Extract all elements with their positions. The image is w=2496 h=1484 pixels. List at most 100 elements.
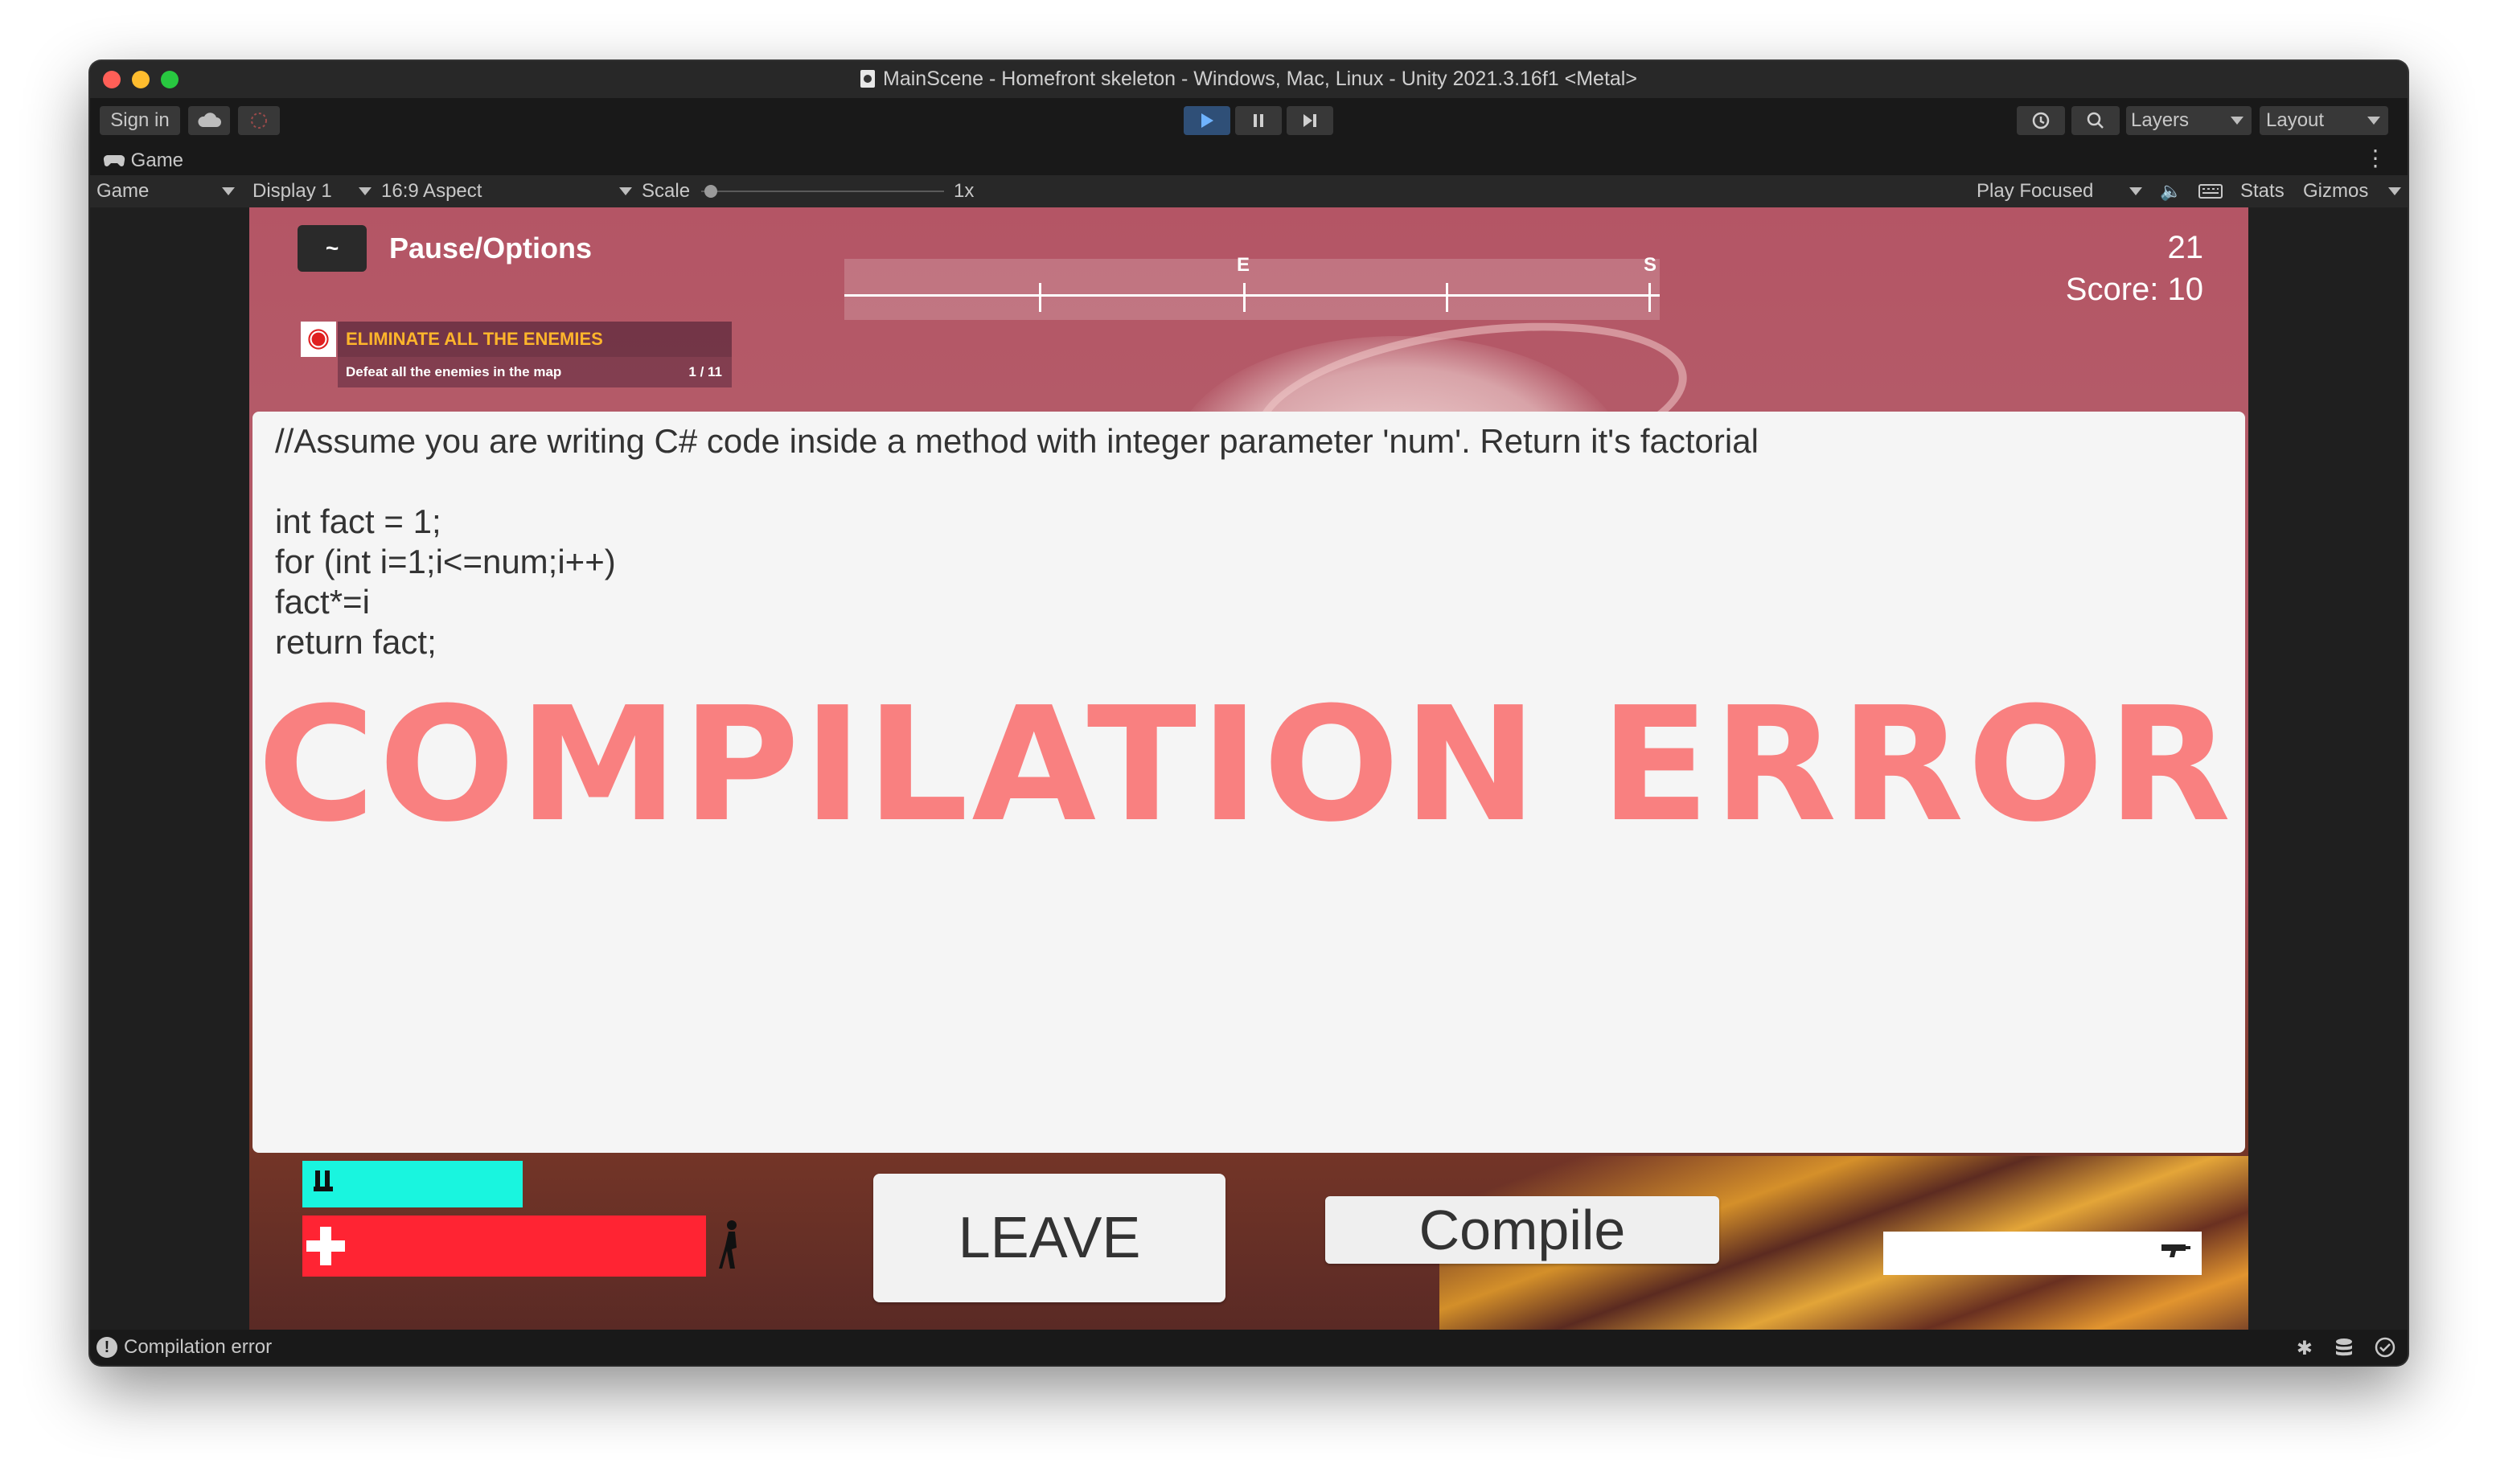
pause-options-label[interactable]: Pause/Options [389, 232, 592, 265]
compilation-error-banner: COMPILATION ERROR [257, 674, 2235, 857]
gizmos-label: Gizmos [2303, 180, 2369, 202]
bug-icon[interactable]: ✱ [2297, 1331, 2313, 1365]
window-title-container: MainScene - Homefront skeleton - Windows… [90, 68, 2408, 91]
window-title: MainScene - Homefront skeleton - Windows… [883, 68, 1637, 90]
scale-slider-track[interactable] [701, 191, 944, 192]
pause-icon [1254, 114, 1263, 127]
play-focused-label: Play Focused [1977, 180, 2094, 202]
health-cross-icon-bar [306, 1240, 345, 1252]
history-icon [2032, 112, 2050, 129]
display-label: Display 1 [252, 180, 332, 202]
title-bar: MainScene - Homefront skeleton - Windows… [90, 61, 2408, 98]
layers-label: Layers [2131, 109, 2190, 131]
walking-figure-icon [714, 1219, 754, 1272]
unity-document-icon [860, 70, 876, 88]
code-text[interactable]: //Assume you are writing C# code inside … [275, 421, 1759, 662]
game-mode-dropdown[interactable]: Game [96, 175, 235, 207]
cache-server-icon[interactable] [2334, 1330, 2354, 1365]
code-editor[interactable]: //Assume you are writing C# code inside … [252, 412, 2245, 1153]
sign-in-button[interactable]: Sign in [100, 106, 180, 135]
stats-toggle[interactable]: Stats [2240, 175, 2285, 207]
search-button[interactable] [2071, 106, 2120, 135]
aspect-label: 16:9 Aspect [381, 180, 482, 202]
chevron-down-icon [619, 187, 632, 195]
keyboard-icon[interactable] [2198, 175, 2223, 207]
scale-label: Scale [642, 180, 691, 202]
play-icon [1201, 113, 1213, 128]
status-bar: ! Compilation error ✱ [90, 1330, 2408, 1365]
step-icon [1303, 114, 1316, 127]
checkmark-circle-icon[interactable] [2374, 1330, 2396, 1365]
main-toolbar: Sign in Layers Layout [90, 98, 2408, 143]
scale-slider-handle[interactable] [704, 185, 717, 198]
play-button[interactable] [1184, 106, 1230, 135]
game-render-area[interactable]: ~ Pause/Options E S 21 Score: 10 ELIMINA… [249, 207, 2248, 1330]
objective-description: Defeat all the enemies in the map [346, 364, 562, 379]
chevron-down-icon [222, 187, 235, 195]
boots-icon [312, 1169, 336, 1202]
compass-letter-s: S [1644, 254, 1657, 276]
cloud-icon [198, 113, 221, 127]
code-comment-line: //Assume you are writing C# code inside … [275, 422, 1759, 460]
cloud-button[interactable] [188, 106, 230, 135]
collab-button[interactable] [238, 106, 280, 135]
leave-button[interactable]: LEAVE [873, 1174, 1225, 1302]
gamepad-icon [103, 154, 125, 166]
pause-key-badge: ~ [298, 225, 367, 272]
code-line: return fact; [275, 623, 437, 661]
compass-bar: E S [844, 254, 1660, 320]
gun-icon [2160, 1240, 2192, 1266]
stamina-bar [302, 1161, 523, 1207]
code-line: for (int i=1;i<=num;i++) [275, 543, 616, 580]
code-line: fact*=i [275, 583, 370, 621]
aspect-dropdown[interactable]: 16:9 Aspect [381, 175, 632, 207]
objective-panel: ELIMINATE ALL THE ENEMIES Defeat all the… [301, 322, 732, 387]
scale-value: 1x [954, 180, 975, 202]
warning-icon: ! [96, 1337, 117, 1358]
layout-label: Layout [2266, 109, 2325, 131]
play-focused-dropdown[interactable]: Play Focused [1977, 175, 2142, 207]
compass-tick [1446, 283, 1448, 312]
tab-game[interactable]: Game [103, 150, 183, 172]
hud-stats: 21 Score: 10 [2066, 227, 2203, 310]
tab-game-label: Game [130, 150, 184, 171]
compass-tick [1243, 283, 1246, 312]
game-viewport: ~ Pause/Options E S 21 Score: 10 ELIMINA… [90, 207, 2408, 1330]
compass-tick [1648, 283, 1651, 312]
chevron-down-icon [359, 187, 372, 195]
health-bar [302, 1215, 706, 1277]
chevron-down-icon [2231, 117, 2244, 125]
score-value: Score: 10 [2065, 272, 2203, 307]
code-line: int fact = 1; [275, 502, 441, 540]
more-options-icon[interactable]: ⋮ [2364, 145, 2387, 171]
step-button[interactable] [1287, 106, 1333, 135]
game-mode-label: Game [96, 180, 150, 202]
objective-subtitle: Defeat all the enemies in the map 1 / 11 [338, 357, 732, 387]
layers-dropdown[interactable]: Layers [2126, 106, 2252, 135]
collab-sync-icon [251, 113, 267, 129]
objective-count: 1 / 11 [688, 364, 722, 379]
game-view-toolbar: Game Display 1 16:9 Aspect Scale 1x Play… [90, 175, 2408, 207]
search-icon [2087, 112, 2104, 129]
unity-editor-window: MainScene - Homefront skeleton - Windows… [90, 61, 2408, 1365]
compass-tick [1039, 283, 1041, 312]
weapon-field[interactable] [1883, 1232, 2202, 1275]
undo-history-button[interactable] [2017, 106, 2065, 135]
compass-line [844, 294, 1660, 297]
chevron-down-icon [2367, 117, 2380, 125]
timer-value: 21 [2167, 230, 2204, 265]
chevron-down-icon [2388, 187, 2401, 195]
compile-button[interactable]: Compile [1325, 1196, 1719, 1264]
status-message[interactable]: Compilation error [124, 1330, 272, 1365]
gizmos-dropdown[interactable]: Gizmos [2303, 175, 2403, 207]
mute-audio-icon[interactable]: 🔈 [2160, 175, 2182, 207]
objective-title: ELIMINATE ALL THE ENEMIES [338, 322, 732, 357]
objective-target-icon [301, 322, 336, 357]
compass-letter-e: E [1237, 254, 1250, 276]
chevron-down-icon [2129, 187, 2142, 195]
layout-dropdown[interactable]: Layout [2260, 106, 2388, 135]
game-tab-bar: Game ⋮ [90, 143, 2408, 175]
display-dropdown[interactable]: Display 1 [252, 175, 372, 207]
pause-button[interactable] [1235, 106, 1282, 135]
